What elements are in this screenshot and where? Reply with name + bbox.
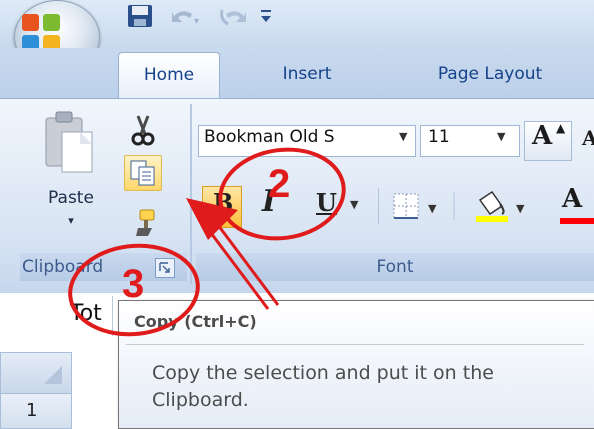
customize-qat-icon[interactable]: [258, 4, 274, 30]
svg-text:▾: ▾: [194, 16, 199, 27]
paste-label: Paste: [48, 188, 94, 208]
paint-bucket-icon[interactable]: ▼: [470, 186, 546, 226]
font-color-button[interactable]: A: [556, 184, 594, 226]
paste-dropdown-icon[interactable]: ▾: [64, 214, 78, 227]
clipboard-paste-icon: [45, 111, 93, 173]
chevron-down-icon[interactable]: ▼: [350, 198, 358, 211]
font-color-bar: [560, 218, 594, 224]
font-color-label: A: [562, 184, 583, 214]
svg-text:▼: ▼: [516, 202, 525, 215]
caret-up-icon: ▲: [556, 121, 566, 135]
group-divider: [190, 104, 192, 284]
chevron-down-icon[interactable]: ▼: [497, 130, 505, 143]
copy-button[interactable]: [124, 155, 162, 191]
copy-icon: [130, 160, 155, 186]
scissors-icon[interactable]: [128, 114, 158, 148]
bold-label: B: [213, 188, 234, 217]
paintbrush-icon[interactable]: [128, 208, 158, 238]
font-size-value: 11: [428, 127, 450, 147]
tab-insert[interactable]: Insert: [262, 52, 352, 98]
separator: [378, 188, 379, 224]
row-number: 1: [26, 400, 38, 421]
grow-font-label: A: [532, 121, 553, 151]
tab-home[interactable]: Home: [118, 52, 220, 99]
font-group-label: Font: [196, 253, 594, 281]
undo-icon[interactable]: ▾: [170, 6, 200, 28]
redo-icon[interactable]: [218, 6, 250, 28]
chevron-down-icon[interactable]: ▼: [399, 130, 407, 143]
borders-icon[interactable]: ▼: [388, 186, 460, 226]
annotation-label-3: 3: [122, 262, 145, 306]
font-name-value: Bookman Old S: [204, 127, 335, 147]
tooltip-title: Copy (Ctrl+C): [134, 312, 257, 331]
tooltip-divider: [126, 344, 584, 345]
annotation-label-2: 2: [268, 162, 291, 206]
cell-text: Tot: [70, 301, 102, 326]
svg-text:▼: ▼: [428, 202, 437, 215]
tab-page-layout[interactable]: Page Layout: [395, 52, 585, 98]
save-icon[interactable]: [127, 4, 153, 28]
dialog-launcher-icon[interactable]: [155, 258, 175, 278]
tooltip-body: Copy the selection and put it on the Cli…: [152, 362, 494, 411]
underline-button[interactable]: U: [316, 188, 337, 217]
select-all-triangle-icon: [44, 366, 62, 384]
shrink-font-button[interactable]: A: [582, 126, 594, 150]
